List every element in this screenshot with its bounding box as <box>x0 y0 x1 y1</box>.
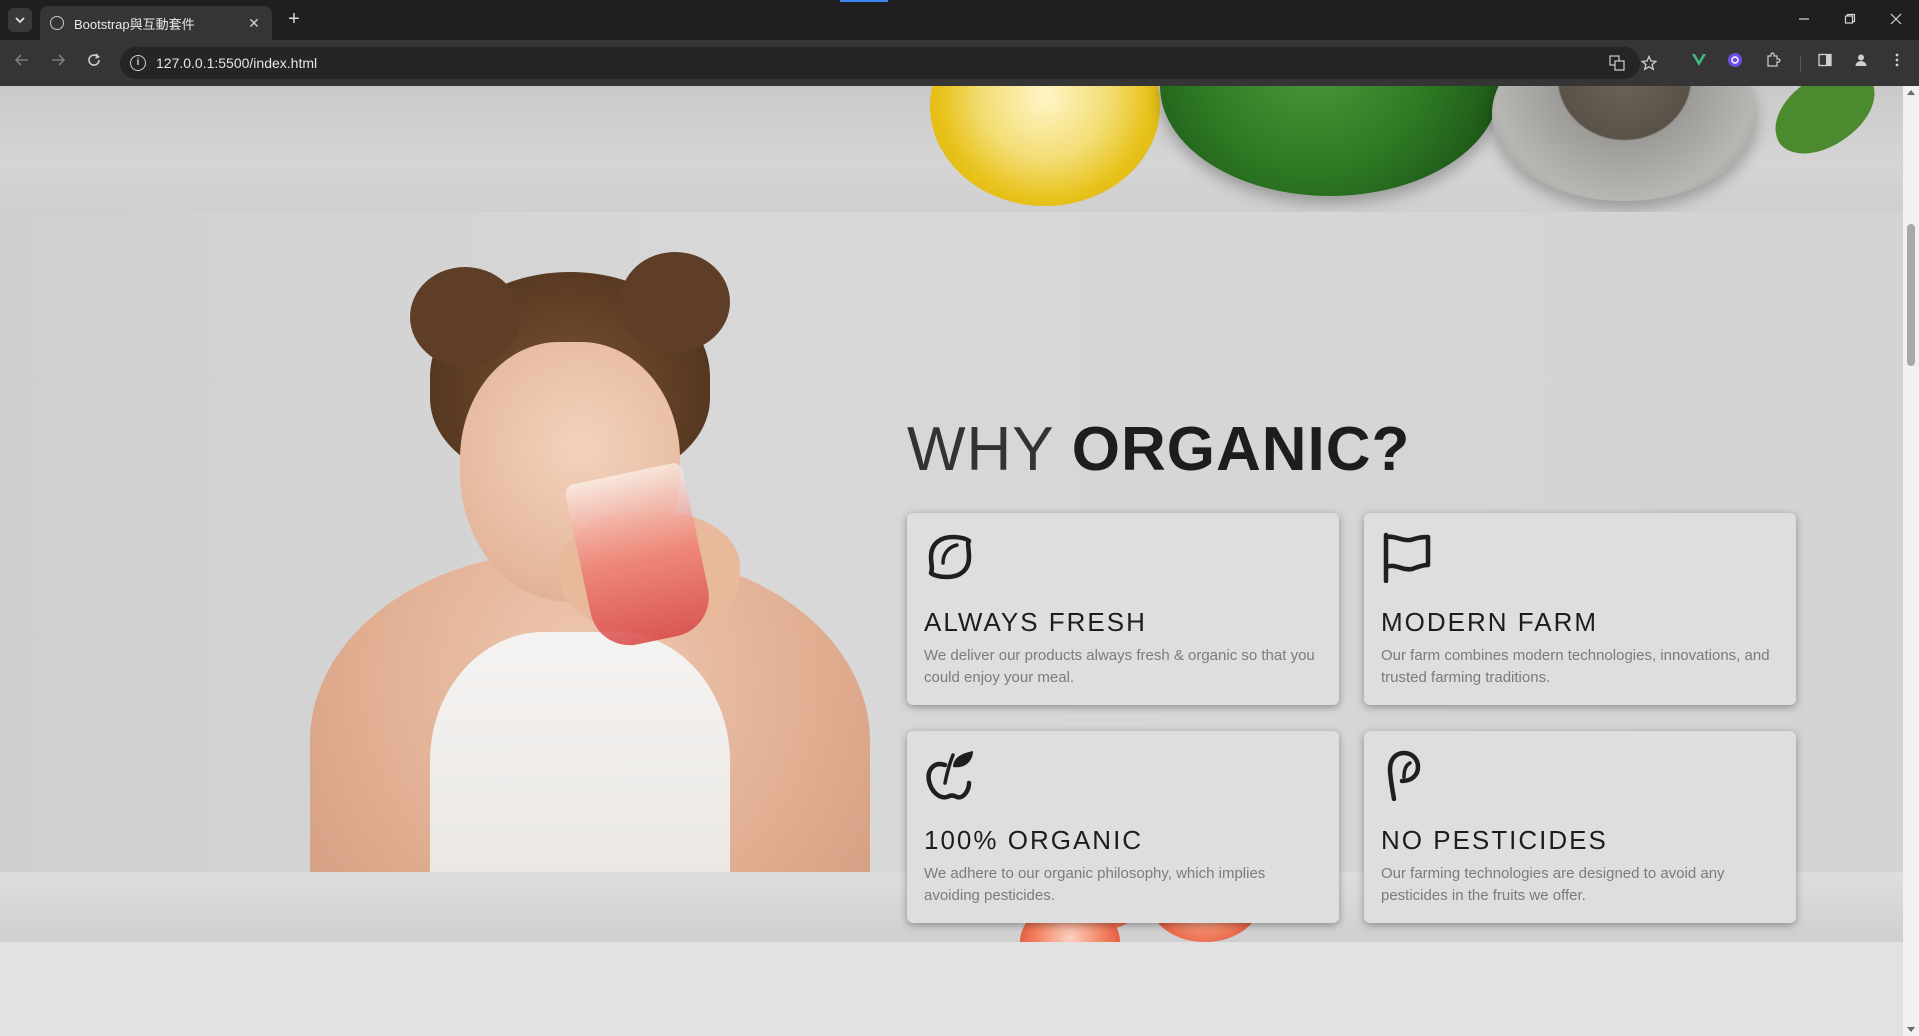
card-description: Our farming technologies are designed to… <box>1381 865 1725 904</box>
globe-icon <box>50 16 64 30</box>
toolbar-divider <box>1800 56 1801 72</box>
forward-arrow-icon[interactable] <box>47 52 69 74</box>
lemon-image <box>930 86 1160 206</box>
smoothie-bowl-image <box>1160 86 1500 196</box>
feature-card-always-fresh: ALWAYS FRESH We deliver our products alw… <box>907 513 1339 705</box>
card-title: ALWAYS FRESH <box>924 607 1147 637</box>
lemon-icon <box>928 534 972 580</box>
minimize-icon[interactable] <box>1792 8 1816 32</box>
apple-leaf-icon <box>926 751 973 800</box>
card-title: 100% ORGANIC <box>924 825 1144 855</box>
side-panel-icon[interactable] <box>1814 52 1836 74</box>
tab-title: Bootstrap與互動套件 <box>74 16 195 32</box>
page-viewport: WHY ORGANIC? ALWAYS FRESH We deliver our… <box>0 86 1903 1036</box>
scrollbar-thumb[interactable] <box>1907 224 1915 366</box>
feature-card-modern-farm: MODERN FARM Our farm combines modern tec… <box>1364 513 1796 705</box>
tab-loading-indicator <box>840 0 888 2</box>
vue-devtools-icon[interactable] <box>1688 52 1710 74</box>
new-tab-button[interactable]: + <box>282 8 306 32</box>
browser-tab[interactable]: Bootstrap與互動套件 ✕ <box>40 6 272 40</box>
tab-search-button[interactable] <box>8 8 32 32</box>
section-title-light: WHY <box>907 415 1072 484</box>
close-window-icon[interactable] <box>1884 8 1908 32</box>
profile-avatar-icon[interactable] <box>1850 52 1872 74</box>
more-menu-icon[interactable] <box>1886 52 1908 74</box>
card-description: We adhere to our organic philosophy, whi… <box>924 865 1266 904</box>
reload-icon[interactable] <box>83 52 105 74</box>
section-title: WHY ORGANIC? <box>907 414 1410 485</box>
address-bar[interactable]: i 127.0.0.1:5500/index.html <box>120 47 1658 79</box>
scroll-up-arrow-icon[interactable] <box>1907 90 1915 95</box>
page-scrollbar[interactable] <box>1903 86 1919 1036</box>
scroll-down-arrow-icon[interactable] <box>1907 1027 1915 1032</box>
sprout-icon <box>1387 750 1421 801</box>
translate-icon[interactable] <box>1608 55 1626 73</box>
woman-drinking-juice-photo <box>300 252 920 942</box>
card-description: Our farm combines modern technologies, i… <box>1381 647 1770 686</box>
browser-tab-bar: Bootstrap與互動套件 ✕ + <box>0 0 1919 40</box>
browser-toolbar: i 127.0.0.1:5500/index.html <box>0 40 1919 86</box>
next-section-background <box>0 942 1903 1036</box>
feature-card-100-organic: 100% ORGANIC We adhere to our organic ph… <box>907 731 1339 923</box>
hero-food-image <box>0 86 1903 212</box>
site-info-icon[interactable]: i <box>130 55 146 71</box>
why-organic-section: WHY ORGANIC? ALWAYS FRESH We deliver our… <box>0 212 1903 942</box>
feature-card-no-pesticides: NO PESTICIDES Our farming technologies a… <box>1364 731 1796 923</box>
url-text: 127.0.0.1:5500/index.html <box>156 55 318 71</box>
tab-close-icon[interactable]: ✕ <box>246 15 262 32</box>
spinach-leaf-image <box>1760 86 1890 166</box>
card-title: NO PESTICIDES <box>1381 825 1608 855</box>
chevron-down-icon <box>15 17 25 24</box>
section-title-bold: ORGANIC? <box>1071 415 1411 484</box>
extensions-puzzle-icon[interactable] <box>1762 52 1784 74</box>
bookmark-star-icon[interactable] <box>1640 54 1658 73</box>
back-arrow-icon[interactable] <box>11 52 33 74</box>
card-description: We deliver our products always fresh & o… <box>924 647 1315 686</box>
chia-bowl-image <box>1492 86 1757 201</box>
restore-icon[interactable] <box>1838 8 1862 32</box>
card-title: MODERN FARM <box>1381 607 1598 637</box>
flag-icon <box>1383 532 1431 583</box>
extension-circle-icon[interactable] <box>1724 52 1746 74</box>
